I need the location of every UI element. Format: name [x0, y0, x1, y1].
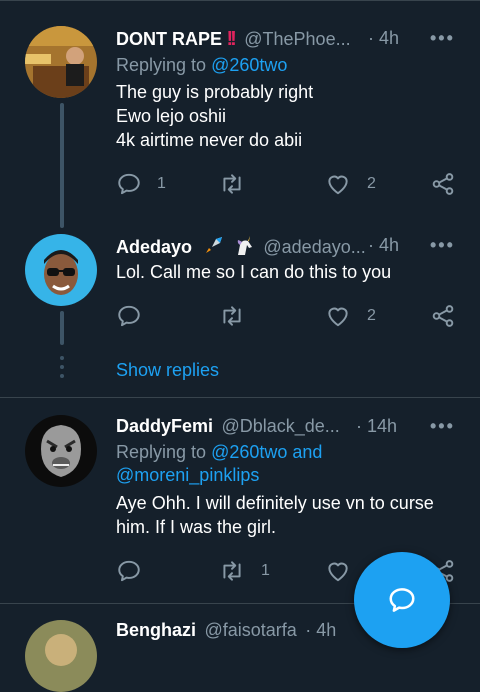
tweet-time[interactable]: · 14h	[356, 416, 397, 437]
tweet-text-line: Lol. Call me so I can do this to you	[116, 262, 392, 282]
tweet-header: Benghazi @faisotarfa · 4h	[116, 620, 336, 641]
tweet-divider	[0, 397, 480, 398]
like-icon[interactable]	[325, 303, 351, 329]
avatar-adedayo[interactable]	[25, 234, 97, 306]
replying-prefix: Replying to	[116, 442, 212, 462]
more-options-icon[interactable]: •••	[430, 416, 455, 437]
tweet-text: Lol. Call me so I can do this to you	[116, 260, 391, 284]
replying-prefix: Replying to	[116, 55, 212, 75]
mention-link[interactable]: @260two	[211, 55, 287, 75]
replying-to: Replying to @260two	[116, 55, 287, 76]
unicorn-emoji-icon	[237, 236, 252, 255]
share-icon[interactable]	[430, 171, 456, 197]
rocket-emoji-icon	[206, 237, 223, 253]
thread-line	[60, 311, 64, 345]
reply-count: 1	[157, 175, 166, 192]
avatar-daddyfemi[interactable]	[25, 415, 97, 487]
like-count: 2	[367, 175, 376, 192]
retweet-icon[interactable]	[219, 171, 245, 197]
tweet-time[interactable]: · 4h	[368, 235, 399, 256]
more-options-icon[interactable]: •••	[430, 28, 455, 49]
double-exclamation-icon: !!	[226, 28, 236, 50]
author-name[interactable]: DONT RAPE	[116, 29, 222, 49]
share-icon[interactable]	[430, 303, 456, 329]
author-handle[interactable]: @adedayo...	[263, 237, 365, 257]
top-divider	[0, 0, 480, 1]
tweet-text-line: Ewo lejo oshii	[116, 106, 227, 126]
tweet-time[interactable]: · 4h	[368, 28, 399, 49]
replying-to: Replying to @260two and @moreni_pinklips	[116, 442, 322, 486]
retweet-icon[interactable]	[219, 303, 245, 329]
show-replies-link[interactable]: Show replies	[116, 360, 219, 381]
author-handle[interactable]: @Dblack_de...	[221, 416, 339, 436]
tweet-text-line: Aye Ohh. I will definitely use vn to cur…	[116, 493, 434, 513]
mention-link[interactable]: @moreni_pinklips	[116, 465, 322, 486]
author-name[interactable]: DaddyFemi	[116, 416, 213, 436]
retweet-icon[interactable]	[219, 558, 245, 584]
author-handle[interactable]: @faisotarfa	[204, 620, 296, 640]
more-options-icon[interactable]: •••	[430, 235, 455, 256]
like-count: 2	[367, 307, 376, 324]
author-name[interactable]: Benghazi	[116, 620, 196, 640]
thread-dots	[60, 356, 64, 378]
tweet-header: DaddyFemi @Dblack_de...	[116, 416, 340, 437]
thread-line	[60, 103, 64, 228]
tweet-header: Adedayo @adedayo...	[116, 235, 366, 258]
tweet-header: DONT RAPE !! @ThePhoe...	[116, 28, 351, 51]
tweet-text-line: The guy is probably right	[116, 82, 314, 102]
retweet-count: 1	[261, 562, 270, 579]
reply-icon[interactable]	[116, 171, 142, 197]
reply-bubble-icon	[389, 588, 415, 612]
tweet-text: Aye Ohh. I will definitely use vn to cur…	[116, 491, 434, 539]
author-name[interactable]: Adedayo	[116, 237, 192, 257]
like-icon[interactable]	[325, 558, 351, 584]
like-icon[interactable]	[325, 171, 351, 197]
avatar-dont-rape[interactable]	[25, 26, 97, 98]
reply-icon[interactable]	[116, 303, 142, 329]
tweet-text: The guy is probably right Ewo lejo oshii…	[116, 80, 313, 152]
author-handle[interactable]: @ThePhoe...	[244, 29, 350, 49]
avatar-benghazi[interactable]	[25, 620, 97, 692]
mention-link[interactable]: @260two and	[211, 442, 322, 462]
tweet-text-line: 4k airtime never do abii	[116, 130, 303, 150]
tweet-text-line: him. If I was the girl.	[116, 517, 277, 537]
tweet-time[interactable]: · 4h	[305, 620, 336, 640]
reply-icon[interactable]	[116, 558, 142, 584]
